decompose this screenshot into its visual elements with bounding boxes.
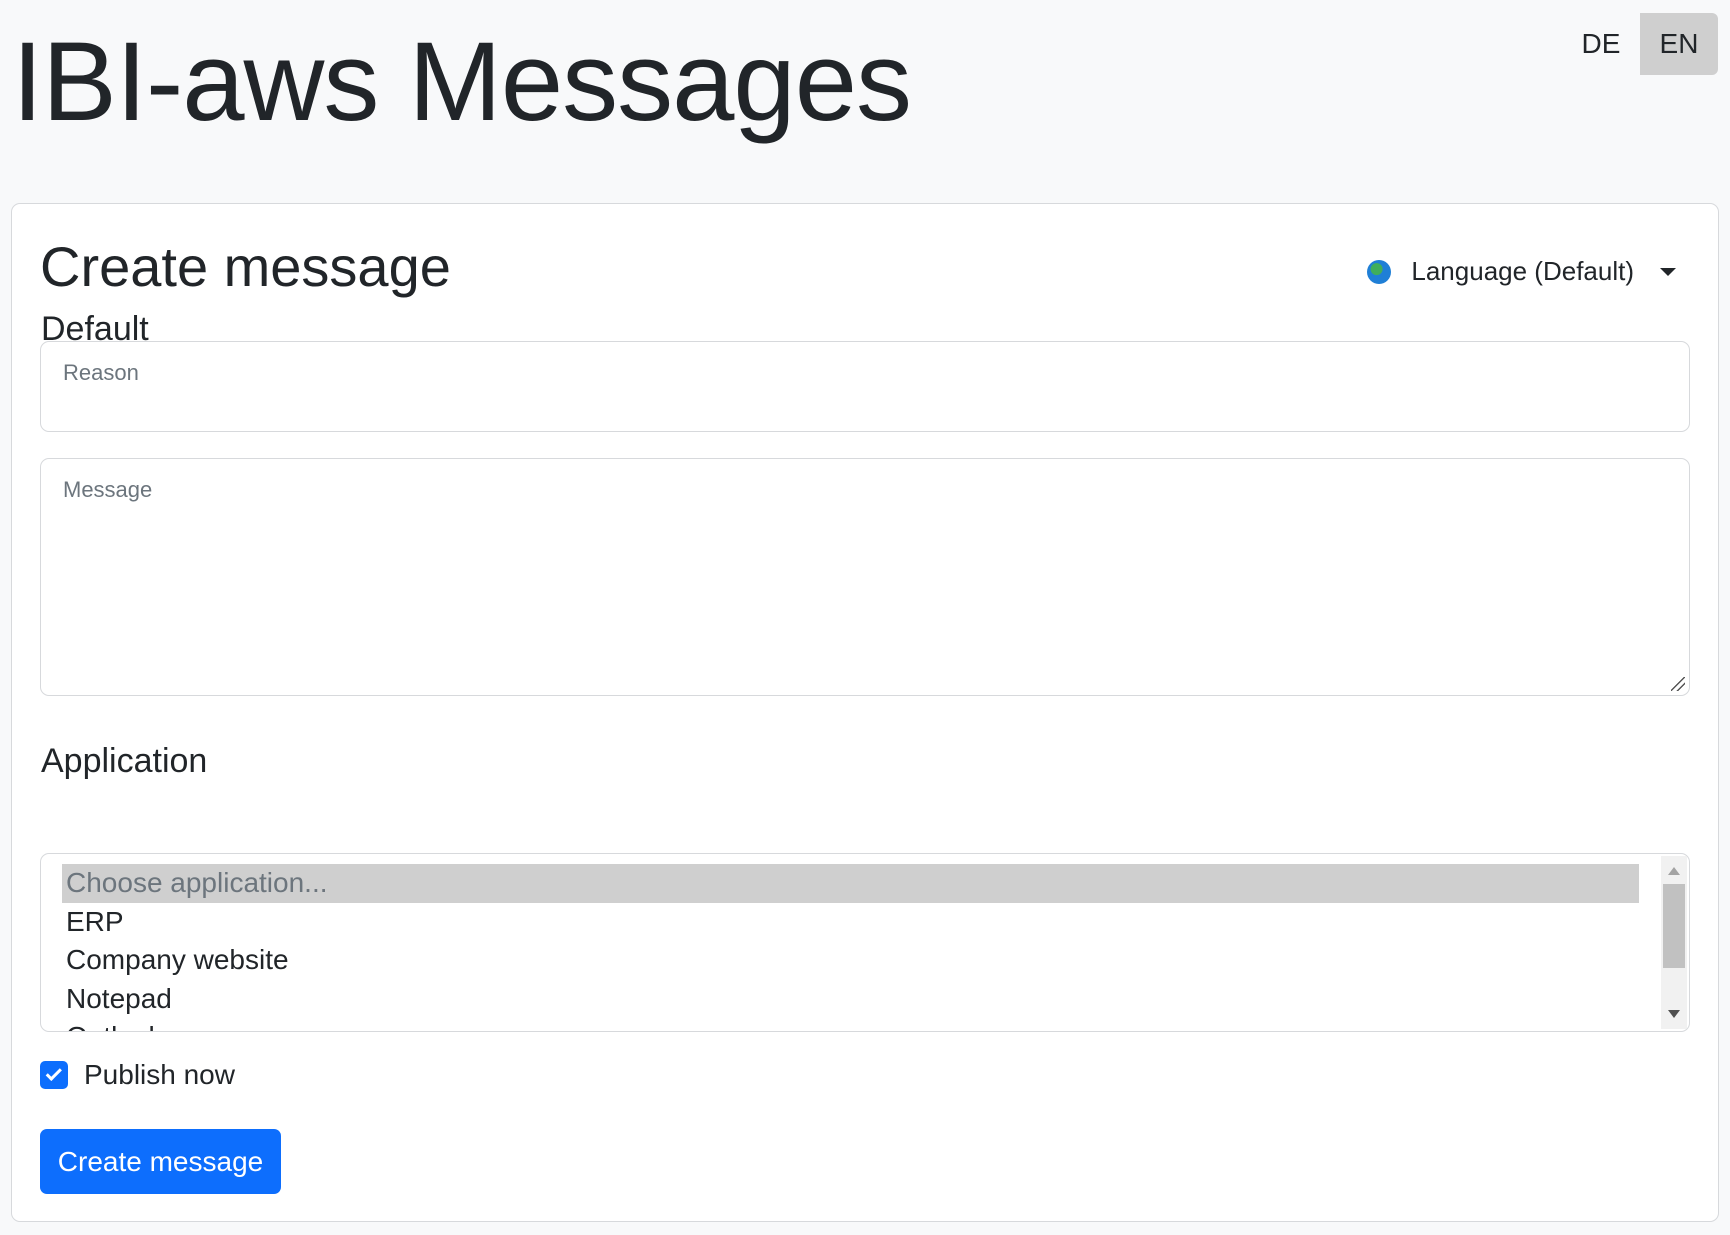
publish-now-row: Publish now [40, 1059, 235, 1091]
caret-down-icon [1660, 267, 1676, 276]
publish-now-label[interactable]: Publish now [84, 1059, 235, 1091]
section-application-heading: Application [41, 742, 208, 780]
create-message-button[interactable]: Create message [40, 1129, 281, 1194]
page-title: Create message [40, 235, 451, 298]
application-options: Choose application... ERP Company websit… [62, 864, 1639, 1031]
create-message-card: Create message Language (Default) Defaul… [11, 203, 1719, 1222]
reason-input[interactable] [41, 342, 1689, 431]
reason-label: Reason [63, 360, 139, 385]
message-textarea[interactable] [41, 459, 1689, 695]
lang-de-button[interactable]: DE [1562, 13, 1640, 75]
language-dropdown-label: Language (Default) [1411, 256, 1634, 286]
application-option[interactable]: ERP [62, 903, 1639, 942]
globe-icon [1367, 259, 1392, 284]
scroll-up-arrow-icon[interactable] [1668, 867, 1680, 875]
resize-handle-icon[interactable] [1671, 677, 1685, 691]
language-dropdown[interactable]: Language (Default) [1367, 256, 1676, 287]
app-title: IBI-aws Messages [12, 19, 912, 144]
application-option[interactable]: Outlook [62, 1018, 1639, 1031]
checkmark-icon [45, 1064, 62, 1082]
reason-field: Reason [40, 341, 1690, 432]
publish-now-checkbox[interactable] [40, 1061, 68, 1089]
language-switch: DE EN [1562, 13, 1718, 75]
message-field: Message [40, 458, 1690, 696]
lang-en-button[interactable]: EN [1640, 13, 1718, 75]
scrollbar-thumb[interactable] [1663, 884, 1685, 968]
application-option[interactable]: Company website [62, 941, 1639, 980]
application-option[interactable]: Choose application... [62, 864, 1639, 903]
application-select[interactable]: Choose application... ERP Company websit… [40, 853, 1690, 1032]
message-label: Message [63, 477, 153, 502]
application-option[interactable]: Notepad [62, 980, 1639, 1019]
application-scrollbar[interactable] [1661, 856, 1687, 1029]
scroll-down-arrow-icon[interactable] [1668, 1010, 1680, 1018]
